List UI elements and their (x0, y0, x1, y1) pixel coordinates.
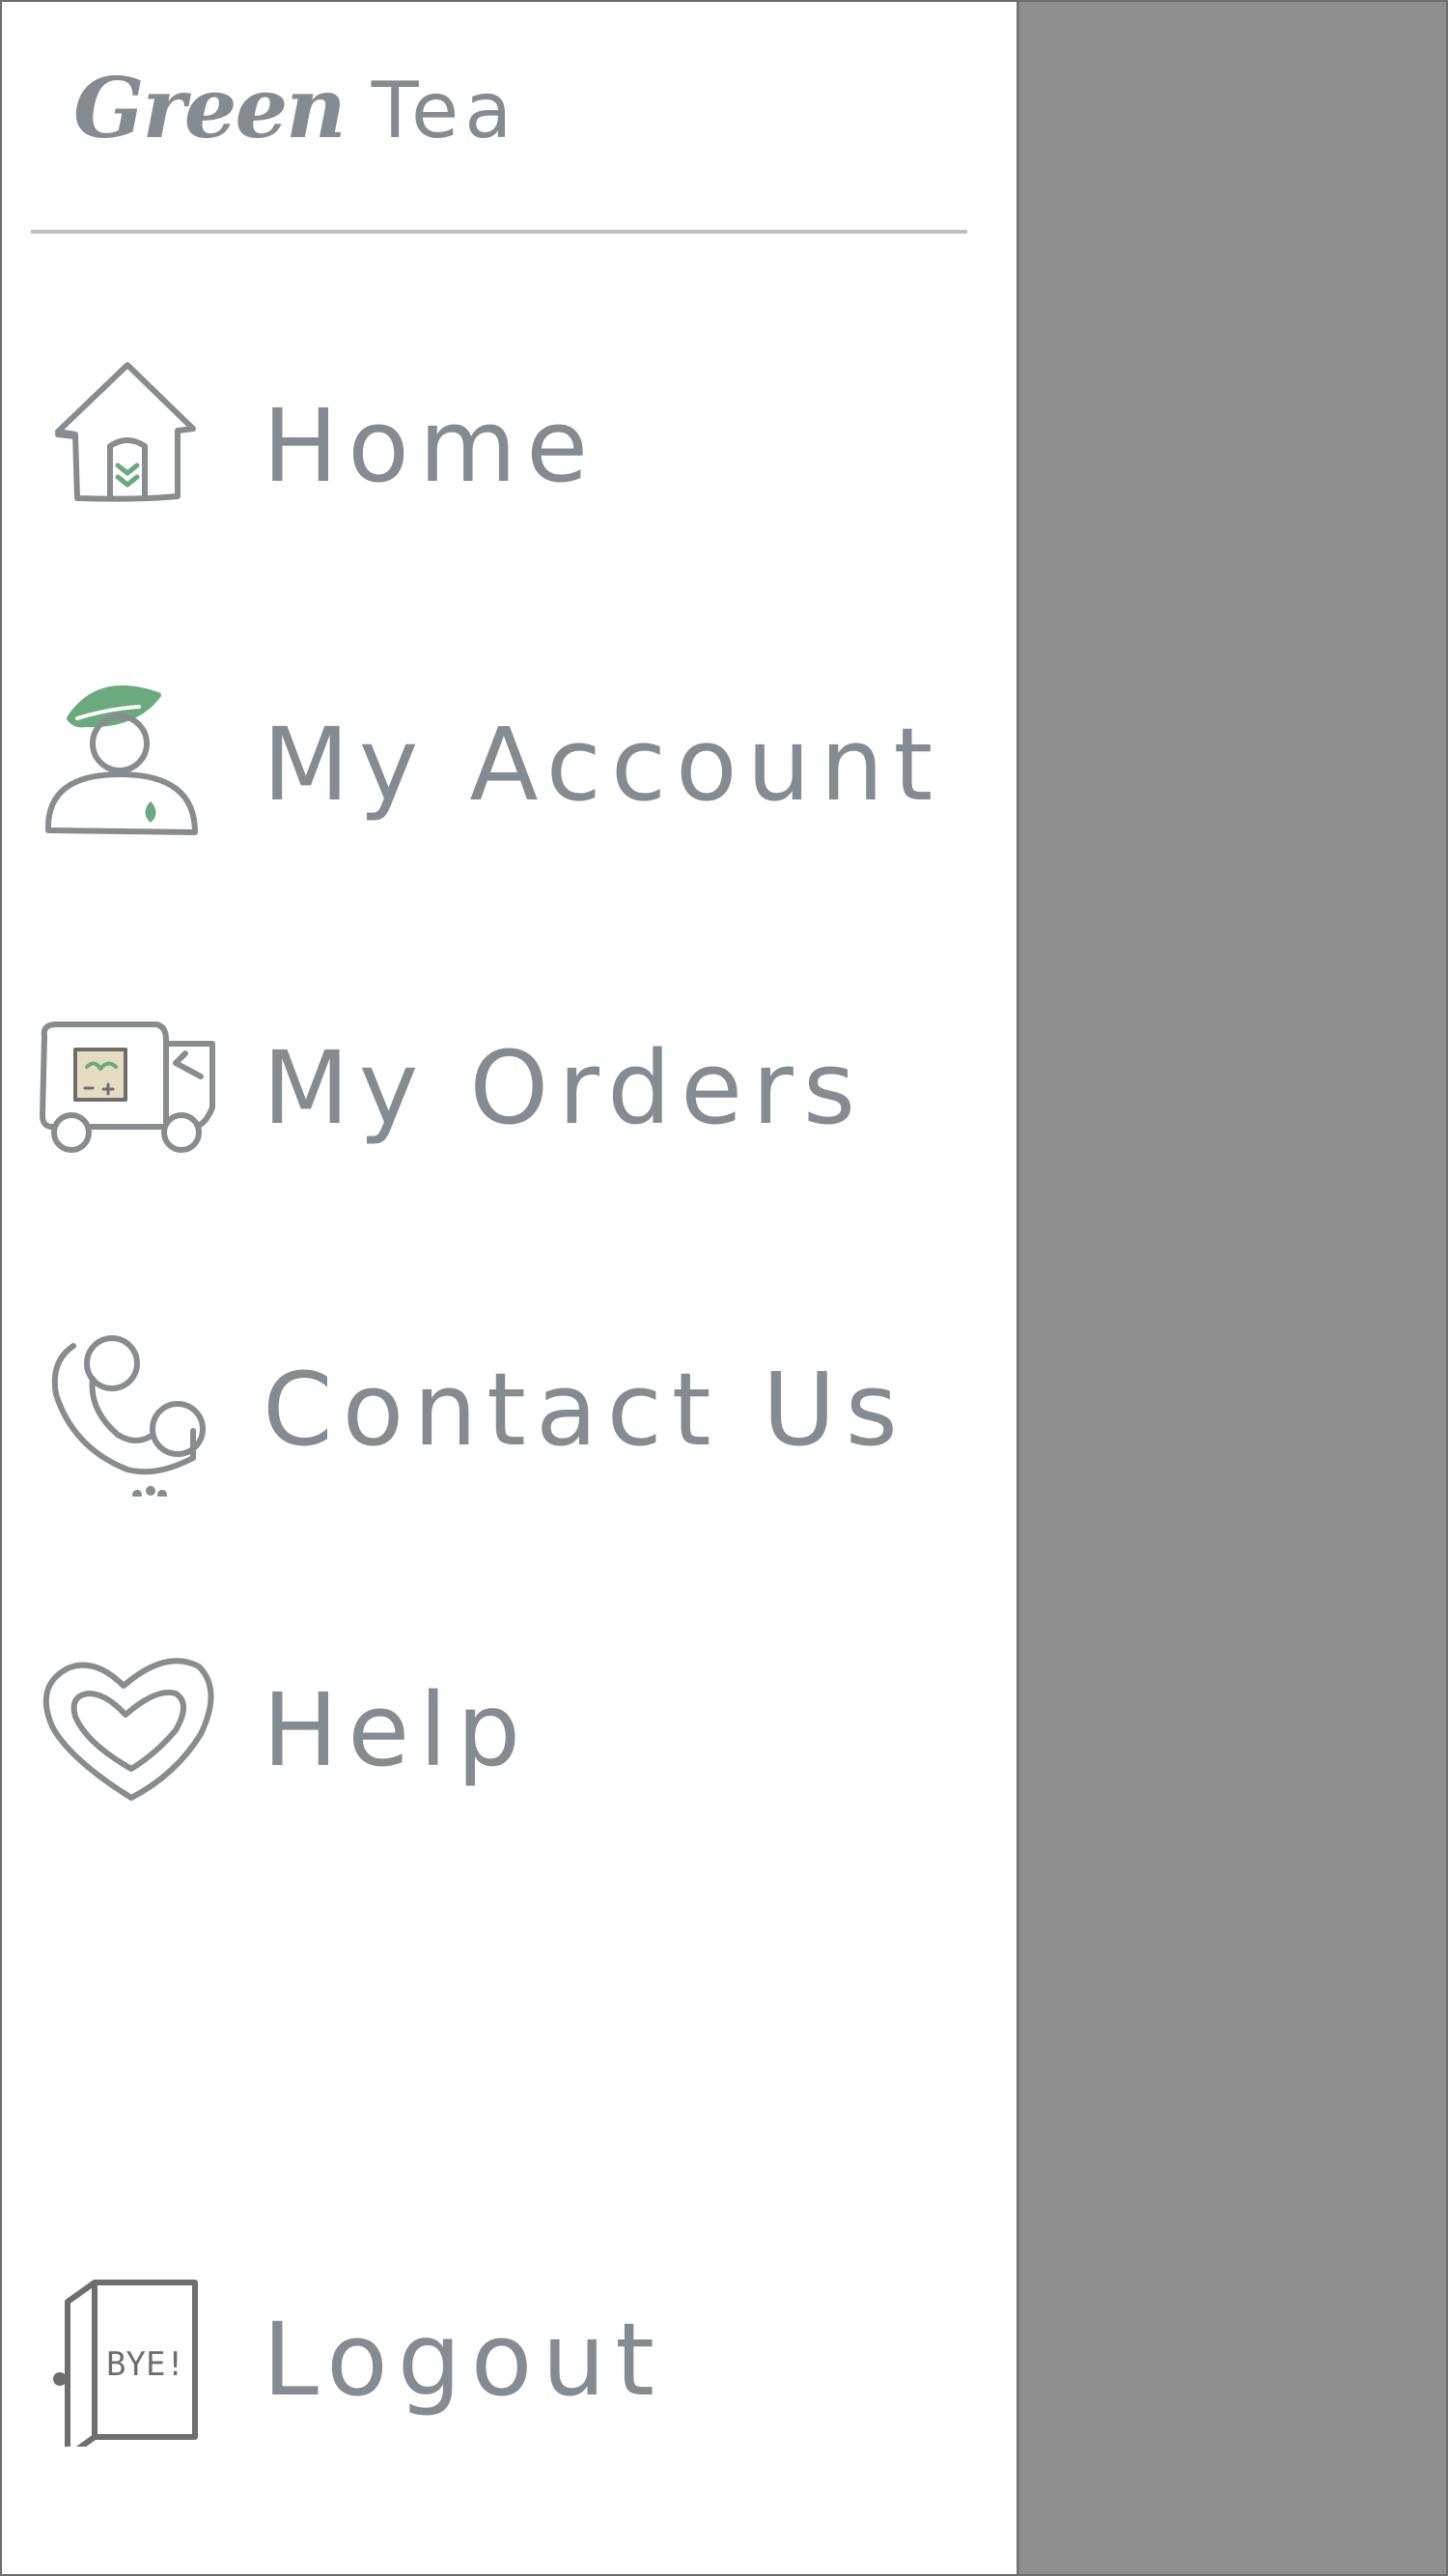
menu-item-label: My Account (263, 706, 943, 824)
menu-item-label: Logout (263, 2301, 665, 2419)
delivery-truck-icon (31, 1001, 224, 1175)
brand-word: Tea (371, 66, 518, 155)
drawer-scrim[interactable] (1019, 2, 1446, 2574)
menu-item-help[interactable]: Help (31, 1643, 958, 1817)
menu-item-my-account[interactable]: My Account (31, 678, 958, 852)
user-leaf-icon (31, 678, 224, 852)
phone-handset-icon (31, 1323, 224, 1499)
menu-item-logout[interactable]: BYE! Logout (31, 2273, 958, 2459)
door-bye-icon: BYE! (31, 2273, 224, 2459)
menu-item-label: Help (263, 1671, 531, 1789)
header-divider (31, 230, 967, 234)
heart-icon (31, 1643, 224, 1817)
menu-item-label: My Orders (263, 1029, 866, 1147)
brand-logo: Green Tea (73, 60, 517, 185)
navigation-drawer: Green Tea Home My Account My Orders Cont… (2, 2, 1019, 2574)
brand-script-word: Green (73, 60, 347, 157)
menu-item-contact-us[interactable]: Contact Us (31, 1323, 958, 1499)
menu-item-label: Home (263, 387, 599, 505)
menu-item-label: Contact Us (263, 1351, 907, 1469)
menu-item-home[interactable]: Home (31, 359, 958, 533)
menu-item-my-orders[interactable]: My Orders (31, 1001, 958, 1175)
door-sign-text: BYE! (106, 2345, 185, 2384)
house-icon (31, 359, 224, 533)
app-screen: Green Tea Home My Account My Orders Cont… (0, 0, 1448, 2576)
